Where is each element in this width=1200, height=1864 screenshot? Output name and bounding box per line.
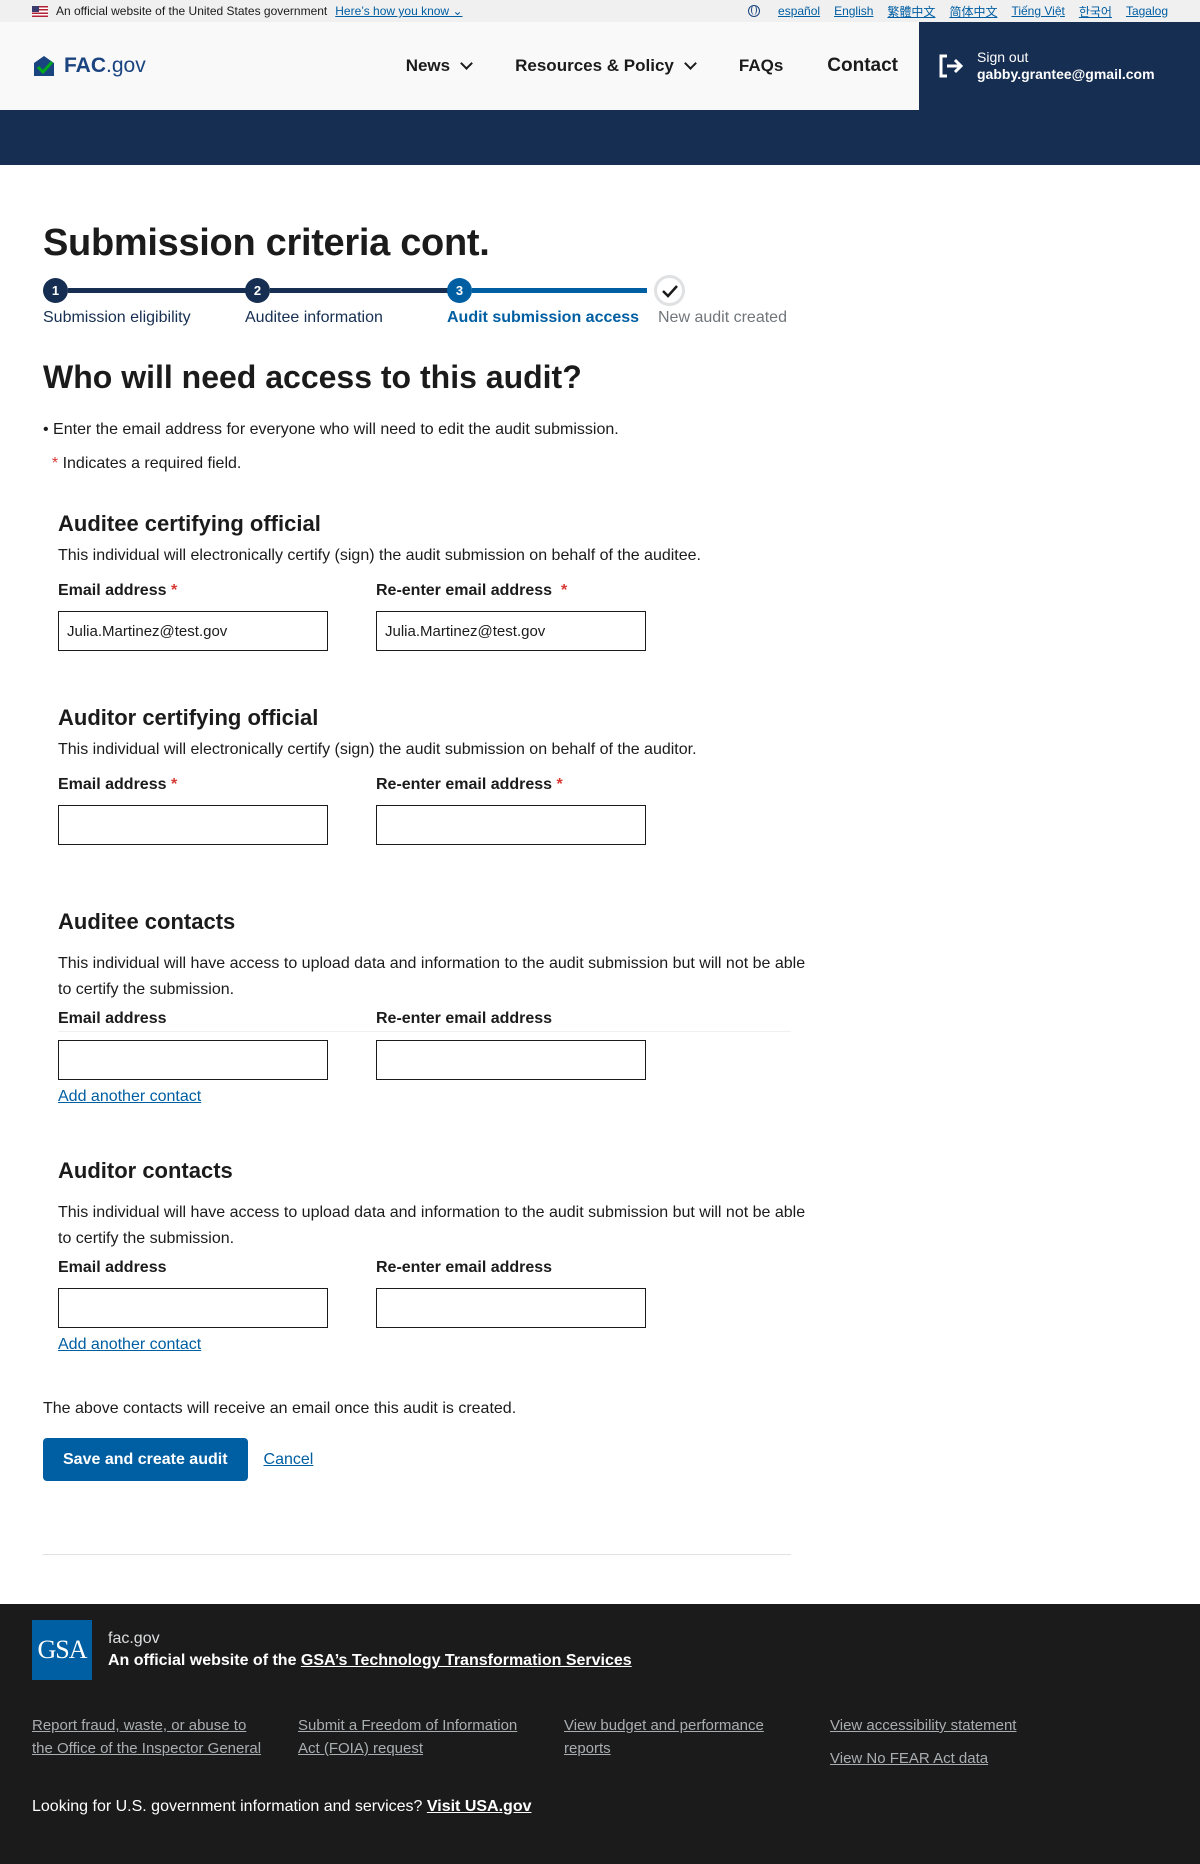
lang-english[interactable]: English: [834, 4, 873, 18]
lang-espanol[interactable]: español: [778, 4, 820, 18]
tts-link[interactable]: GSA’s Technology Transformation Services: [301, 1652, 632, 1669]
instruction-bullet: • Enter the email address for everyone w…: [43, 421, 619, 438]
footer-domain: fac.gov: [108, 1630, 160, 1647]
auditor-contact-email-input[interactable]: [58, 1288, 328, 1328]
lang-korean[interactable]: 한국어: [1079, 3, 1112, 20]
sign-out-button[interactable]: Sign out gabby.grantee@gmail.com: [919, 22, 1200, 110]
access-question-heading: Who will need access to this audit?: [43, 359, 582, 395]
auditee-contact-reenter-label: Re-enter email address: [376, 1010, 553, 1027]
step-indicator: 1 2 3 Submission eligibility Auditee inf…: [43, 275, 803, 326]
user-email: gabby.grantee@gmail.com: [977, 66, 1155, 82]
gov-banner: An official website of the United States…: [0, 0, 1200, 22]
save-and-create-audit-button[interactable]: Save and create audit: [43, 1438, 248, 1481]
site-header: FAC .gov News Resources & Policy FAQs Con…: [0, 22, 1200, 110]
step-3-circle: 3: [447, 278, 472, 303]
sign-out-label: Sign out: [977, 49, 1029, 65]
required-field-note: * Indicates a required field.: [51, 455, 242, 472]
auditor-official-email-input[interactable]: [58, 805, 328, 845]
step-segment-3: [472, 288, 647, 293]
chevron-down-icon: [684, 57, 697, 70]
contacts-email-note: The above contacts will receive an email…: [43, 1400, 517, 1417]
auditee-contact-email-input[interactable]: [58, 1040, 328, 1080]
page-title: Submission criteria cont.: [43, 222, 490, 264]
auditor-contacts-title: Auditor contacts: [58, 1158, 233, 1183]
lang-tagalog[interactable]: Tagalog: [1126, 4, 1168, 18]
auditee-contacts-description: This individual will have access to uplo…: [58, 955, 806, 998]
footer-link-foia[interactable]: Submit a Freedom of Information Act (FOI…: [298, 1714, 538, 1760]
auditor-contacts-section: Auditor contacts This individual will ha…: [58, 1158, 805, 1354]
auditee-official-description: This individual will electronically cert…: [58, 547, 701, 564]
lang-vietnamese[interactable]: Tiếng Việt: [1011, 4, 1064, 18]
official-site-text: An official website of the United States…: [56, 4, 328, 18]
auditor-contact-email-label: Email address: [58, 1259, 167, 1276]
step-segment-2: [270, 288, 448, 293]
globe-icon: [748, 5, 761, 17]
logo-text-fac: FAC: [64, 54, 106, 77]
auditor-contact-reenter-input[interactable]: [376, 1288, 646, 1328]
auditee-official-section: Auditee certifying official This individ…: [58, 511, 800, 651]
footer-link-accessibility[interactable]: View accessibility statement: [830, 1714, 1130, 1737]
step-1-circle: 1: [43, 278, 68, 303]
auditor-official-reenter-label: Re-enter email address *: [376, 776, 563, 793]
nav-faqs[interactable]: FAQs: [739, 56, 783, 76]
auditee-official-email-input[interactable]: Julia.Martinez@test.gov: [58, 611, 328, 651]
logo-text-gov: .gov: [106, 54, 146, 77]
how-you-know-link[interactable]: Here’s how you know ⌄: [335, 4, 462, 18]
footer-link-nofear[interactable]: View No FEAR Act data: [830, 1747, 1130, 1770]
auditee-contacts-title: Auditee contacts: [58, 909, 236, 934]
auditor-official-description: This individual will electronically cert…: [58, 741, 697, 758]
site-footer: GSA fac.gov An official website of the G…: [0, 1604, 1200, 1864]
main-content: Submission criteria cont. 1 2 3 Submissi…: [0, 221, 805, 1555]
nav-news[interactable]: News: [406, 56, 473, 76]
auditee-add-contact-link[interactable]: Add another contact: [58, 1088, 201, 1106]
step-3-label: Audit submission access: [447, 309, 640, 326]
step-4-check-icon: [654, 275, 685, 306]
main-nav: News Resources & Policy FAQs Contact: [406, 55, 898, 77]
auditor-official-section: Auditor certifying official This individ…: [58, 705, 800, 845]
auditee-official-email-label: Email address *: [58, 582, 178, 599]
footer-link-fraud[interactable]: Report fraud, waste, or abuse to the Off…: [32, 1714, 262, 1760]
lang-traditional-chinese[interactable]: 繁體中文: [887, 3, 935, 20]
auditee-contacts-section: Auditee contacts This individual will ha…: [58, 909, 805, 1106]
step-segment-1: [68, 288, 246, 293]
fac-logo-icon: [34, 56, 54, 76]
nav-contact[interactable]: Contact: [827, 55, 898, 77]
auditee-official-title: Auditee certifying official: [58, 511, 321, 536]
lang-simplified-chinese[interactable]: 简体中文: [949, 3, 997, 20]
step-4-label: New audit created: [658, 309, 787, 326]
auditor-add-contact-link[interactable]: Add another contact: [58, 1336, 201, 1354]
auditee-contact-email-label: Email address: [58, 1010, 167, 1027]
gsa-logo: GSA: [32, 1620, 92, 1680]
auditor-contact-reenter-label: Re-enter email address: [376, 1259, 553, 1276]
us-flag-icon: [32, 5, 48, 17]
auditor-contacts-description: This individual will have access to uplo…: [58, 1204, 806, 1247]
footer-links: Report fraud, waste, or abuse to the Off…: [32, 1714, 1168, 1770]
auditor-official-title: Auditor certifying official: [58, 705, 319, 730]
footer-official-text: An official website of the GSA’s Technol…: [108, 1652, 632, 1669]
language-selector: español English 繁體中文 简体中文 Tiếng Việt 한국어…: [748, 3, 1168, 20]
footer-usagov: Looking for U.S. government information …: [32, 1798, 532, 1815]
footer-link-budget[interactable]: View budget and performance reports: [564, 1714, 794, 1760]
auditee-contact-reenter-input[interactable]: [376, 1040, 646, 1080]
sign-out-icon: [939, 54, 964, 78]
visit-usagov-link[interactable]: Visit USA.gov: [427, 1798, 532, 1815]
divider: [43, 1554, 791, 1555]
step-2-circle: 2: [245, 278, 270, 303]
auditee-official-reenter-input[interactable]: Julia.Martinez@test.gov: [376, 611, 646, 651]
auditor-official-email-label: Email address *: [58, 776, 178, 793]
hero-band: [0, 110, 1200, 165]
auditor-official-reenter-input[interactable]: [376, 805, 646, 845]
step-2-label: Auditee information: [245, 309, 383, 326]
step-1-label: Submission eligibility: [43, 309, 191, 326]
chevron-down-icon: [460, 57, 473, 70]
cancel-link[interactable]: Cancel: [264, 1451, 314, 1469]
auditee-official-reenter-label: Re-enter email address *: [376, 582, 568, 599]
fac-logo[interactable]: FAC .gov: [32, 54, 146, 78]
nav-resources-policy[interactable]: Resources & Policy: [515, 56, 697, 76]
